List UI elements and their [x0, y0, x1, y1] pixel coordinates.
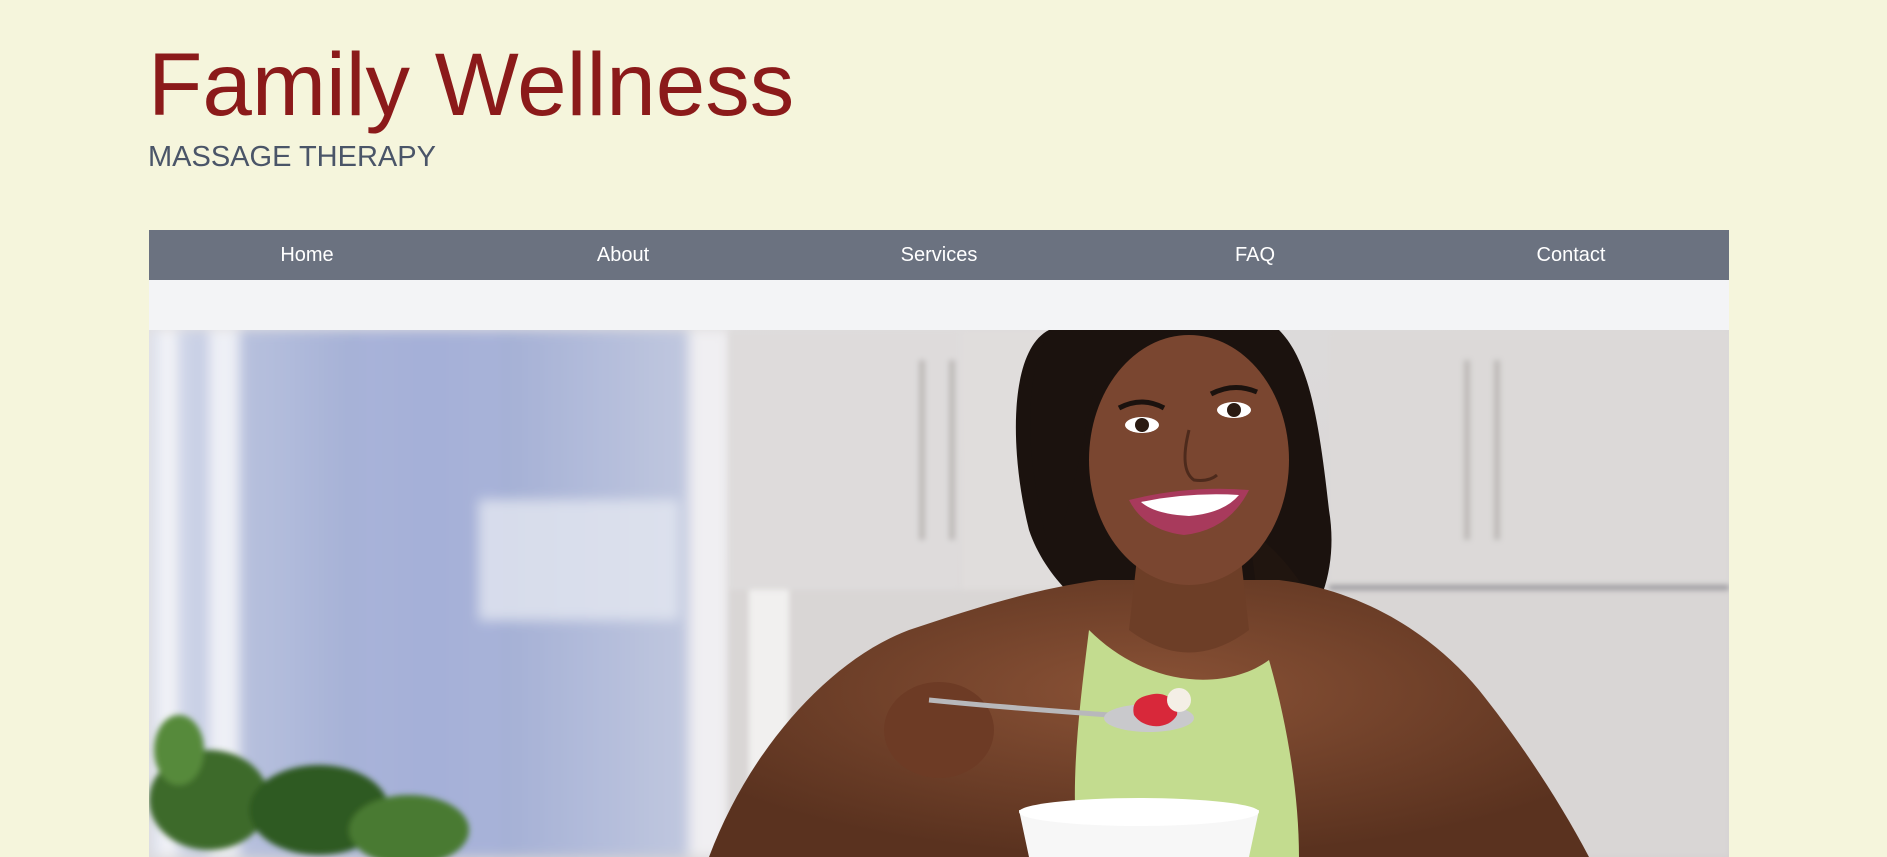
hero-photo	[149, 330, 1729, 857]
site-tagline: MASSAGE THERAPY	[148, 141, 436, 173]
hero-image	[149, 330, 1729, 857]
nav-item-about[interactable]: About	[465, 230, 781, 280]
nav-item-faq[interactable]: FAQ	[1097, 230, 1413, 280]
nav-item-home[interactable]: Home	[149, 230, 465, 280]
sub-navigation-bar	[149, 280, 1729, 330]
main-navigation: Home About Services FAQ Contact	[149, 230, 1729, 280]
site-title: Family Wellness	[148, 34, 795, 134]
nav-item-contact[interactable]: Contact	[1413, 230, 1729, 280]
site-header: Family Wellness MASSAGE THERAPY	[148, 40, 1348, 172]
nav-item-services[interactable]: Services	[781, 230, 1097, 280]
